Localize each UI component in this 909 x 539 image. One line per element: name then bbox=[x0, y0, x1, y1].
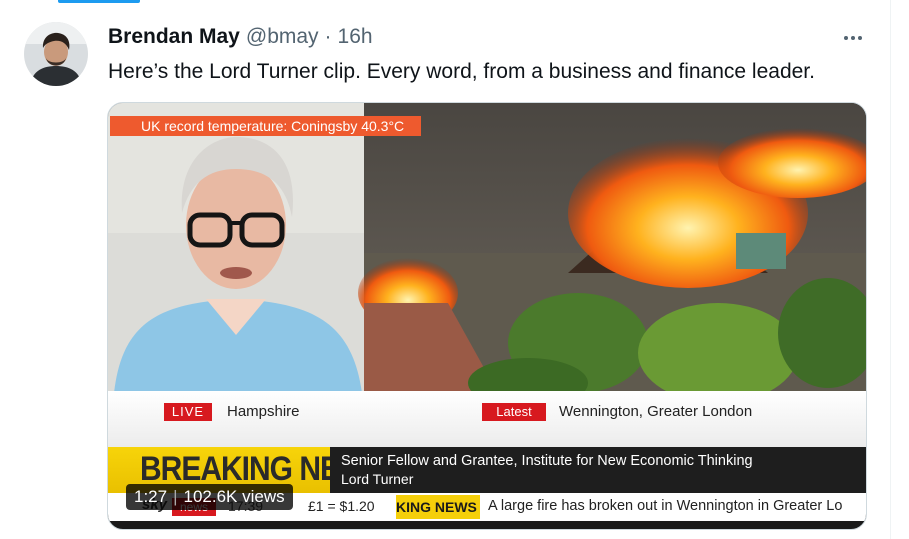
more-horizontal-icon[interactable] bbox=[838, 28, 868, 48]
view-count: 102.6K views bbox=[183, 487, 285, 506]
tweet-header: Brendan May @bmay · 16h bbox=[108, 25, 373, 51]
video-duration: 1:27 bbox=[134, 487, 168, 506]
separator: · bbox=[324, 25, 332, 48]
author-name[interactable]: Brendan May bbox=[108, 25, 240, 49]
guest-title: Senior Fellow and Grantee, Institute for… bbox=[341, 453, 753, 469]
author-handle[interactable]: @bmay bbox=[246, 25, 319, 49]
temperature-banner: UK record temperature: Coningsby 40.3°C bbox=[110, 116, 421, 136]
avatar[interactable] bbox=[24, 22, 88, 86]
latest-location: Wennington, Greater London bbox=[559, 403, 753, 420]
pill-divider: | bbox=[173, 487, 178, 506]
tweet-text: Here’s the Lord Turner clip. Every word,… bbox=[108, 60, 815, 83]
video-player[interactable]: UK record temperature: Coningsby 40.3°C … bbox=[107, 102, 867, 530]
breaking-news-tag: KING NEWS bbox=[396, 495, 480, 519]
tweet-timestamp[interactable]: 16h bbox=[338, 25, 373, 49]
guest-name: Lord Turner bbox=[341, 471, 414, 487]
latest-badge: Latest bbox=[482, 403, 546, 421]
video-duration-views: 1:27 | 102.6K views bbox=[126, 484, 293, 510]
exchange-rate: £1 = $1.20 bbox=[308, 498, 375, 514]
live-location: Hampshire bbox=[227, 403, 300, 420]
column-divider bbox=[890, 0, 891, 539]
news-scroll-text: A large fire has broken out in Wenningto… bbox=[488, 498, 843, 514]
live-badge: LIVE bbox=[164, 403, 212, 421]
tab-active-indicator bbox=[58, 0, 140, 3]
video-frame bbox=[108, 103, 866, 393]
